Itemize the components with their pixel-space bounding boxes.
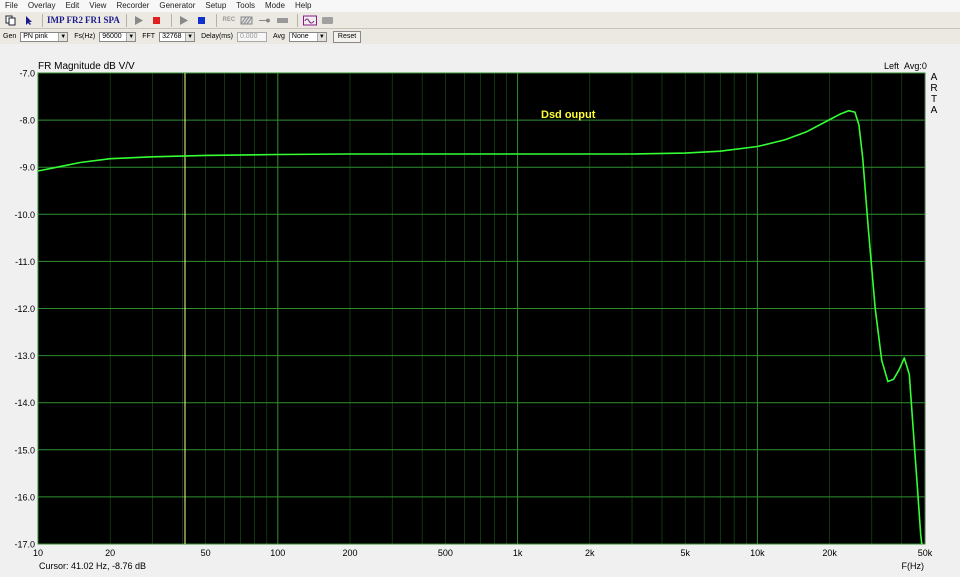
y-tick-label: -13.0 bbox=[14, 351, 35, 361]
stop-icon[interactable] bbox=[194, 13, 210, 28]
toolbar: IMP FR2 FR1 SPA REC bbox=[0, 12, 960, 29]
toolbar-divider bbox=[296, 13, 298, 27]
reset-button[interactable]: Reset bbox=[332, 30, 362, 43]
x-tick-label: 1k bbox=[513, 548, 523, 558]
x-tick-label: 20k bbox=[822, 548, 837, 558]
x-tick-label: 5k bbox=[680, 548, 690, 558]
chevron-down-icon: ▼ bbox=[58, 32, 68, 41]
y-tick-label: -16.0 bbox=[14, 492, 35, 502]
toolbar-divider bbox=[125, 13, 127, 27]
probe-icon[interactable] bbox=[257, 13, 273, 28]
x-tick-label: 10 bbox=[33, 548, 43, 558]
menu-generator[interactable]: Generator bbox=[154, 0, 200, 12]
menu-bar: File Overlay Edit View Recorder Generato… bbox=[0, 0, 960, 12]
x-tick-label: 500 bbox=[438, 548, 453, 558]
avg-count-label: Avg:0 bbox=[904, 61, 927, 71]
y-tick-label: -15.0 bbox=[14, 445, 35, 455]
rec-label: REC bbox=[222, 17, 236, 23]
chevron-down-icon: ▼ bbox=[185, 32, 195, 41]
fft-select[interactable]: 32768 ▼ bbox=[159, 31, 196, 42]
menu-file[interactable]: File bbox=[0, 0, 23, 12]
x-tick-label: 2k bbox=[585, 548, 595, 558]
imp-mode-button[interactable]: IMP bbox=[47, 13, 65, 28]
y-tick-label: -11.0 bbox=[15, 257, 35, 267]
copy-icon[interactable] bbox=[2, 13, 18, 28]
gray-button-icon[interactable] bbox=[275, 13, 291, 28]
chevron-down-icon: ▼ bbox=[126, 32, 136, 41]
fs-label: Fs(Hz) bbox=[74, 33, 96, 40]
fs-select[interactable]: 96000 ▼ bbox=[99, 31, 137, 42]
gray-button-icon[interactable] bbox=[320, 13, 336, 28]
gen-label: Gen bbox=[3, 33, 17, 40]
cursor-icon[interactable] bbox=[20, 13, 36, 28]
spa-mode-button[interactable]: SPA bbox=[104, 13, 120, 28]
play-icon[interactable] bbox=[131, 13, 147, 28]
chart-title: FR Magnitude dB V/V bbox=[38, 61, 135, 72]
stop-icon[interactable] bbox=[149, 13, 165, 28]
gen-value: PN pink bbox=[23, 33, 48, 40]
side-label-t: T bbox=[931, 94, 937, 105]
y-tick-label: -7.0 bbox=[19, 69, 35, 79]
y-tick-label: -9.0 bbox=[19, 163, 35, 173]
delay-label: Delay(ms) bbox=[201, 33, 233, 40]
side-label-a2: A bbox=[931, 105, 938, 116]
wave-icon[interactable] bbox=[302, 13, 318, 28]
avg-select[interactable]: None ▼ bbox=[288, 31, 327, 42]
y-tick-label: -12.0 bbox=[14, 304, 35, 314]
chart-panel: -7.0 -8.0 -9.0 -10.0 -11.0 -12.0 -13.0 -14.0 -15… bbox=[0, 44, 960, 574]
fr1-mode-button[interactable]: FR1 bbox=[85, 13, 102, 28]
x-tick-label: 50k bbox=[918, 548, 933, 558]
fft-label: FFT bbox=[142, 33, 156, 40]
x-tick-label: 50 bbox=[201, 548, 211, 558]
x-tick-label: 200 bbox=[342, 548, 357, 558]
menu-mode[interactable]: Mode bbox=[260, 0, 290, 12]
hatch-icon[interactable] bbox=[239, 13, 255, 28]
avg-label: Avg bbox=[272, 33, 285, 40]
fft-value: 32768 bbox=[162, 33, 182, 40]
y-tick-label: -17.0 bbox=[14, 540, 35, 550]
delay-input[interactable]: 0.000 bbox=[236, 31, 267, 42]
y-tick-label: -14.0 bbox=[14, 398, 35, 408]
x-tick-label: 10k bbox=[750, 548, 765, 558]
side-label-a: A bbox=[931, 72, 938, 83]
menu-setup[interactable]: Setup bbox=[200, 0, 231, 12]
toolbar-divider bbox=[170, 13, 172, 27]
frequency-response-chart[interactable]: -7.0 -8.0 -9.0 -10.0 -11.0 -12.0 -13.0 -14.0 -15… bbox=[0, 44, 960, 574]
dsd-output-annotation: Dsd ouput bbox=[541, 109, 596, 121]
y-tick-label: -10.0 bbox=[14, 210, 35, 220]
toolbar-divider bbox=[42, 13, 43, 27]
x-tick-label: 20 bbox=[105, 548, 115, 558]
y-tick-label: -8.0 bbox=[19, 116, 35, 126]
toolbar-divider bbox=[215, 13, 217, 27]
gen-select[interactable]: PN pink ▼ bbox=[20, 31, 69, 42]
avg-value: None bbox=[291, 33, 309, 40]
channel-label: Left bbox=[884, 61, 900, 71]
x-axis-label: F(Hz) bbox=[902, 561, 925, 571]
menu-overlay[interactable]: Overlay bbox=[23, 0, 61, 12]
side-label-r: R bbox=[930, 83, 937, 94]
chevron-down-icon: ▼ bbox=[316, 32, 326, 41]
rec-icon[interactable]: REC bbox=[221, 13, 237, 28]
play-icon[interactable] bbox=[176, 13, 192, 28]
cursor-readout: Cursor: 41.02 Hz, -8.76 dB bbox=[39, 561, 146, 571]
menu-tools[interactable]: Tools bbox=[231, 0, 260, 12]
generator-options-bar: Gen PN pink ▼ Fs(Hz) 96000 ▼ FFT 32768 ▼ De… bbox=[0, 29, 960, 44]
menu-help[interactable]: Help bbox=[290, 0, 316, 12]
fs-value: 96000 bbox=[102, 33, 122, 40]
fr2-mode-button[interactable]: FR2 bbox=[67, 13, 84, 28]
menu-edit[interactable]: Edit bbox=[60, 0, 84, 12]
menu-recorder[interactable]: Recorder bbox=[111, 0, 154, 12]
x-tick-label: 100 bbox=[270, 548, 285, 558]
menu-view[interactable]: View bbox=[84, 0, 111, 12]
